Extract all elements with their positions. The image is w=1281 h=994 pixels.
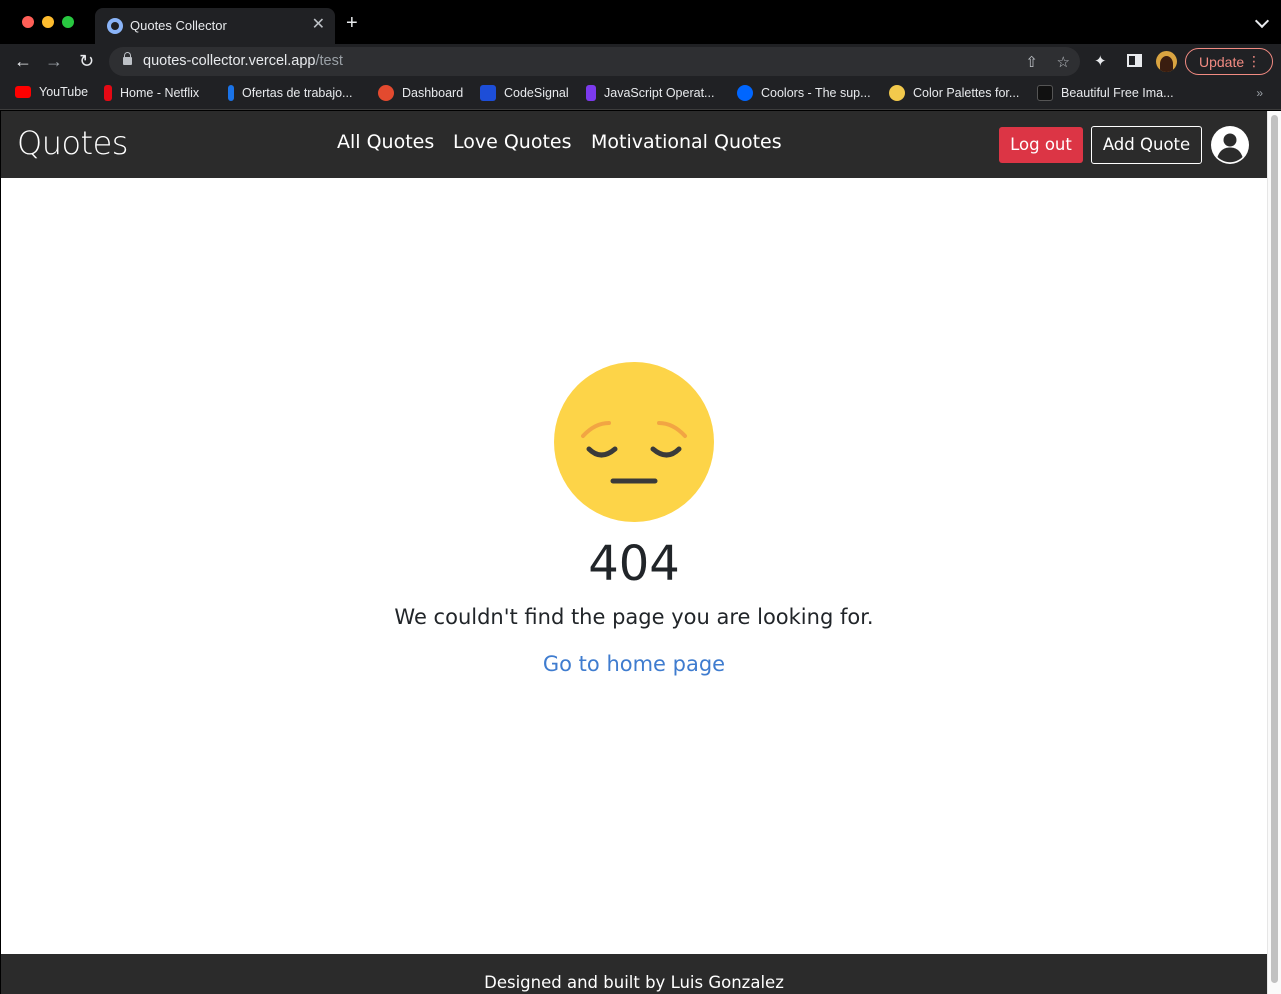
page-scrollbar[interactable] [1267, 111, 1281, 994]
add-quote-button[interactable]: Add Quote [1091, 126, 1202, 164]
address-bar[interactable]: quotes-collector.vercel.app/test ⇧ ☆ [109, 47, 1080, 76]
site-footer: Designed and built by Luis Gonzalez [1, 954, 1267, 994]
tab-favicon-icon [107, 18, 123, 34]
close-window-button[interactable] [22, 16, 34, 28]
info-icon [228, 85, 234, 101]
bookmark-javascript[interactable]: JavaScript Operat... [586, 85, 714, 101]
user-circle-icon[interactable] [1210, 125, 1250, 165]
bookmark-codesignal[interactable]: CodeSignal [480, 85, 569, 101]
url-path: /test [315, 53, 343, 69]
site-brand[interactable]: Quotes [17, 124, 128, 162]
browser-toolbar: ← → ↻ quotes-collector.vercel.app/test ⇧… [0, 44, 1281, 78]
tab-title: Quotes Collector [130, 18, 227, 33]
url-host: quotes-collector.vercel.app [143, 53, 316, 69]
update-label: Update [1199, 54, 1245, 70]
browser-update-button[interactable]: Update ⋮ [1185, 48, 1273, 75]
bookmark-ofertas[interactable]: Ofertas de trabajo... [228, 85, 352, 101]
footer-credit: Designed and built by Luis Gonzalez [484, 973, 784, 992]
nav-love-quotes[interactable]: Love Quotes [453, 131, 572, 153]
bookmark-unsplash[interactable]: Beautiful Free Ima... [1037, 85, 1174, 101]
bookmark-label: JavaScript Operat... [604, 86, 715, 100]
bookmark-label: CodeSignal [504, 86, 569, 100]
bookmarks-overflow-icon[interactable]: » [1256, 86, 1263, 100]
error-code: 404 [588, 536, 680, 592]
extensions-puzzle-icon[interactable]: ✦ [1094, 52, 1107, 70]
browser-tab-bar: Quotes Collector ✕ + [0, 0, 1281, 44]
new-tab-button[interactable]: + [346, 13, 358, 33]
browser-tab-active[interactable]: Quotes Collector ✕ [95, 8, 335, 44]
bookmark-label: Coolors - The sup... [761, 86, 871, 100]
bookmark-color-palettes[interactable]: Color Palettes for... [889, 85, 1019, 101]
dashboard-icon [378, 85, 394, 101]
bookmark-label: Home - Netflix [120, 86, 200, 100]
tab-search-chevron-icon[interactable] [1254, 13, 1270, 29]
nav-all-quotes[interactable]: All Quotes [337, 131, 434, 153]
back-arrow-icon[interactable]: ← [14, 51, 32, 71]
browser-profile-avatar[interactable] [1156, 51, 1177, 72]
scrollbar-thumb[interactable] [1271, 115, 1278, 983]
home-page-link: Go to home page [1, 652, 1267, 676]
forward-arrow-icon[interactable]: → [45, 51, 63, 71]
nav-motivational-quotes[interactable]: Motivational Quotes [591, 131, 782, 153]
page-viewport: Quotes All Quotes Love Quotes Motivation… [1, 111, 1267, 994]
bookmark-netflix[interactable]: Home - Netflix [104, 85, 199, 101]
bookmark-coolors[interactable]: Coolors - The sup... [737, 85, 871, 101]
palette-icon [889, 85, 905, 101]
bookmark-star-icon[interactable]: ☆ [1057, 53, 1070, 71]
error-message: We couldn't find the page you are lookin… [394, 605, 874, 629]
bookmarks-bar: YouTube Home - Netflix Ofertas de trabaj… [0, 78, 1281, 110]
reload-icon[interactable]: ↻ [79, 51, 94, 71]
unsplash-icon [1037, 85, 1053, 101]
netflix-icon [104, 85, 112, 101]
bookmark-label: Color Palettes for... [913, 86, 1020, 100]
lock-icon[interactable] [123, 52, 132, 65]
maximize-window-button[interactable] [62, 16, 74, 28]
bookmark-label: Beautiful Free Ima... [1061, 86, 1174, 100]
logout-button[interactable]: Log out [999, 127, 1083, 163]
side-panel-icon[interactable] [1127, 54, 1142, 67]
bookmark-youtube[interactable]: YouTube [15, 85, 88, 99]
tab-close-icon[interactable]: ✕ [312, 16, 325, 34]
home-page-link-text[interactable]: Go to home page [543, 652, 725, 676]
youtube-icon [15, 86, 31, 98]
javascript-icon [586, 85, 596, 101]
pensive-face-icon [554, 362, 714, 522]
site-navbar: Quotes All Quotes Love Quotes Motivation… [1, 111, 1267, 178]
bookmark-label: YouTube [39, 85, 89, 99]
bookmark-label: Ofertas de trabajo... [242, 86, 353, 100]
bookmark-label: Dashboard [402, 86, 464, 100]
codesignal-icon [480, 85, 496, 101]
bookmark-dashboard[interactable]: Dashboard [378, 85, 463, 101]
share-icon[interactable]: ⇧ [1025, 53, 1038, 71]
coolors-icon [737, 85, 753, 101]
url-text[interactable]: quotes-collector.vercel.app/test [143, 53, 343, 69]
kebab-menu-icon[interactable]: ⋮ [1247, 52, 1261, 70]
minimize-window-button[interactable] [42, 16, 54, 28]
